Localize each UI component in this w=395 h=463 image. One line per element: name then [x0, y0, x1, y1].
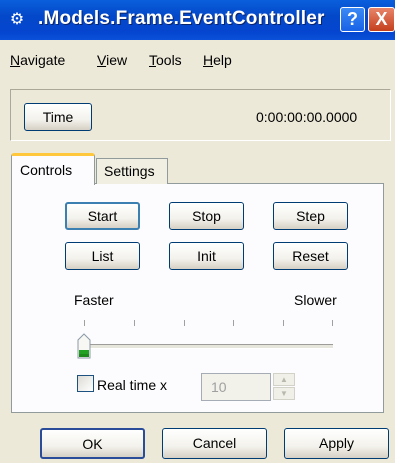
reset-button[interactable]: Reset — [273, 242, 348, 270]
spin-up-icon[interactable]: ▲ — [273, 373, 295, 386]
slider-thumb[interactable] — [77, 333, 91, 359]
ok-button[interactable]: OK — [40, 428, 145, 459]
menu-help[interactable]: Help — [203, 52, 232, 68]
init-button[interactable]: Init — [169, 242, 244, 270]
menu-tools[interactable]: Tools — [149, 52, 182, 68]
menu-view-mnemonic: V — [97, 52, 107, 68]
realtime-checkbox[interactable] — [77, 375, 94, 392]
menu-navigate-mnemonic: N — [10, 52, 21, 68]
apply-button[interactable]: Apply — [284, 428, 389, 459]
menu-view-label: iew — [106, 52, 128, 68]
menu-view[interactable]: View — [97, 52, 127, 68]
slower-label: Slower — [294, 292, 337, 308]
step-button[interactable]: Step — [273, 202, 348, 230]
slider-tick — [283, 320, 284, 326]
menu-tools-label: ools — [156, 52, 182, 68]
realtime-spinner[interactable]: ▲ ▼ — [273, 373, 297, 401]
slider-tick — [184, 320, 185, 326]
slider-thumb-icon — [77, 333, 91, 359]
slider-track — [84, 344, 333, 349]
menu-tools-mnemonic: T — [149, 52, 156, 68]
window-title: .Models.Frame.EventController — [38, 8, 325, 29]
close-button[interactable]: X — [368, 7, 395, 32]
cancel-button[interactable]: Cancel — [162, 428, 267, 459]
time-display: 0:00:00:00.0000 — [256, 109, 358, 125]
slider-tick — [233, 320, 234, 326]
slider-tick — [134, 320, 135, 326]
faster-label: Faster — [74, 292, 114, 308]
menu-bar: Navigate View Tools Help — [0, 44, 395, 72]
menu-navigate[interactable]: Navigate — [10, 52, 65, 68]
time-button[interactable]: Time — [24, 103, 92, 131]
start-button[interactable]: Start — [65, 202, 140, 230]
list-button[interactable]: List — [65, 242, 140, 270]
realtime-label: Real time x — [97, 377, 168, 393]
tab-controls[interactable]: Controls — [11, 153, 95, 185]
title-bar[interactable]: ⚙ .Models.Frame.EventController ? X — [0, 0, 395, 40]
app-icon: ⚙ — [9, 11, 25, 28]
stop-button[interactable]: Stop — [169, 202, 244, 230]
slider-tick — [84, 320, 85, 326]
spin-down-icon[interactable]: ▼ — [273, 387, 295, 400]
tab-settings[interactable]: Settings — [96, 158, 168, 184]
event-controller-window: ⚙ .Models.Frame.EventController ? X Navi… — [0, 0, 395, 463]
help-button[interactable]: ? — [340, 7, 365, 32]
slider-tick — [332, 320, 333, 326]
realtime-multiplier-input[interactable]: 10 — [201, 373, 271, 401]
menu-navigate-label: avigate — [20, 52, 66, 68]
menu-help-label: elp — [213, 52, 232, 68]
menu-help-mnemonic: H — [203, 52, 214, 68]
